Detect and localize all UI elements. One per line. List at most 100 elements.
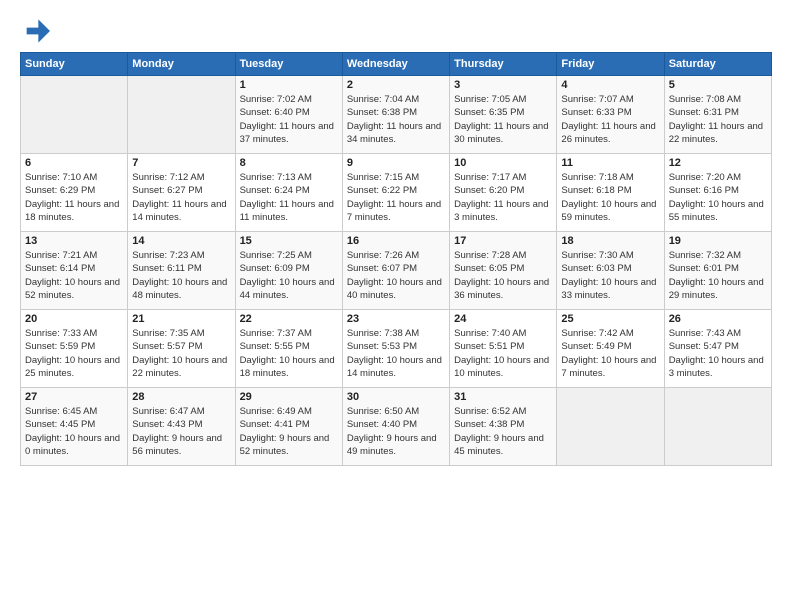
day-number: 27 [25,391,123,403]
day-number: 7 [132,157,230,169]
calendar-table: SundayMondayTuesdayWednesdayThursdayFrid… [20,52,772,466]
day-info: Sunrise: 7:28 AMSunset: 6:05 PMDaylight:… [454,249,552,302]
calendar-week-3: 13 Sunrise: 7:21 AMSunset: 6:14 PMDayligh… [21,232,772,310]
day-number: 18 [561,235,659,247]
calendar-cell: 13 Sunrise: 7:21 AMSunset: 6:14 PMDayligh… [21,232,128,310]
day-number: 26 [669,313,767,325]
day-number: 20 [25,313,123,325]
day-info: Sunrise: 7:43 AMSunset: 5:47 PMDaylight:… [669,327,767,380]
day-number: 5 [669,79,767,91]
calendar-cell: 21 Sunrise: 7:35 AMSunset: 5:57 PMDayligh… [128,310,235,388]
calendar-cell: 6 Sunrise: 7:10 AMSunset: 6:29 PMDaylight… [21,154,128,232]
day-number: 11 [561,157,659,169]
day-number: 21 [132,313,230,325]
day-number: 29 [240,391,338,403]
calendar-cell: 16 Sunrise: 7:26 AMSunset: 6:07 PMDayligh… [342,232,449,310]
calendar-cell: 25 Sunrise: 7:42 AMSunset: 5:49 PMDayligh… [557,310,664,388]
day-number: 25 [561,313,659,325]
header [20,16,772,46]
logo [20,16,54,46]
day-info: Sunrise: 7:35 AMSunset: 5:57 PMDaylight:… [132,327,230,380]
weekday-header-monday: Monday [128,53,235,76]
calendar-cell: 27Sunrise: 6:45 AMSunset: 4:45 PMDayligh… [21,388,128,466]
day-info: Sunrise: 7:07 AMSunset: 6:33 PMDaylight:… [561,93,659,146]
weekday-header-wednesday: Wednesday [342,53,449,76]
day-info: Sunrise: 7:04 AMSunset: 6:38 PMDaylight:… [347,93,445,146]
calendar-week-2: 6 Sunrise: 7:10 AMSunset: 6:29 PMDaylight… [21,154,772,232]
calendar-week-1: 1 Sunrise: 7:02 AMSunset: 6:40 PMDaylight… [21,76,772,154]
day-info: Sunrise: 7:23 AMSunset: 6:11 PMDaylight:… [132,249,230,302]
day-number: 16 [347,235,445,247]
calendar-cell: 9Sunrise: 7:15 AMSunset: 6:22 PMDaylight… [342,154,449,232]
calendar-cell: 20 Sunrise: 7:33 AMSunset: 5:59 PMDayligh… [21,310,128,388]
weekday-header-saturday: Saturday [664,53,771,76]
day-info: Sunrise: 7:02 AMSunset: 6:40 PMDaylight:… [240,93,338,146]
calendar-week-5: 27Sunrise: 6:45 AMSunset: 4:45 PMDayligh… [21,388,772,466]
day-info: Sunrise: 7:25 AMSunset: 6:09 PMDaylight:… [240,249,338,302]
calendar-cell: 18 Sunrise: 7:30 AMSunset: 6:03 PMDayligh… [557,232,664,310]
day-info: Sunrise: 7:32 AMSunset: 6:01 PMDaylight:… [669,249,767,302]
calendar-body: 1 Sunrise: 7:02 AMSunset: 6:40 PMDaylight… [21,76,772,466]
calendar-cell: 31Sunrise: 6:52 AMSunset: 4:38 PMDayligh… [450,388,557,466]
day-info: Sunrise: 7:18 AMSunset: 6:18 PMDaylight:… [561,171,659,224]
day-info: Sunrise: 7:38 AMSunset: 5:53 PMDaylight:… [347,327,445,380]
calendar-cell: 12 Sunrise: 7:20 AMSunset: 6:16 PMDayligh… [664,154,771,232]
weekday-header-thursday: Thursday [450,53,557,76]
calendar-cell: 15Sunrise: 7:25 AMSunset: 6:09 PMDayligh… [235,232,342,310]
day-info: Sunrise: 7:40 AMSunset: 5:51 PMDaylight:… [454,327,552,380]
day-info: Sunrise: 7:37 AMSunset: 5:55 PMDaylight:… [240,327,338,380]
day-info: Sunrise: 7:17 AMSunset: 6:20 PMDaylight:… [454,171,552,224]
day-number: 17 [454,235,552,247]
day-number: 12 [669,157,767,169]
calendar-cell: 23Sunrise: 7:38 AMSunset: 5:53 PMDayligh… [342,310,449,388]
calendar-cell: 14 Sunrise: 7:23 AMSunset: 6:11 PMDayligh… [128,232,235,310]
day-number: 19 [669,235,767,247]
day-number: 6 [25,157,123,169]
day-info: Sunrise: 6:52 AMSunset: 4:38 PMDaylight:… [454,405,552,458]
calendar-header: SundayMondayTuesdayWednesdayThursdayFrid… [21,53,772,76]
day-info: Sunrise: 7:05 AMSunset: 6:35 PMDaylight:… [454,93,552,146]
calendar-cell: 30 Sunrise: 6:50 AMSunset: 4:40 PMDayligh… [342,388,449,466]
calendar-cell: 7 Sunrise: 7:12 AMSunset: 6:27 PMDaylight… [128,154,235,232]
calendar-cell: 8 Sunrise: 7:13 AMSunset: 6:24 PMDaylight… [235,154,342,232]
day-info: Sunrise: 6:47 AMSunset: 4:43 PMDaylight:… [132,405,230,458]
day-info: Sunrise: 7:13 AMSunset: 6:24 PMDaylight:… [240,171,338,224]
day-info: Sunrise: 7:08 AMSunset: 6:31 PMDaylight:… [669,93,767,146]
calendar-cell: 1 Sunrise: 7:02 AMSunset: 6:40 PMDaylight… [235,76,342,154]
day-number: 14 [132,235,230,247]
day-info: Sunrise: 7:20 AMSunset: 6:16 PMDaylight:… [669,171,767,224]
day-info: Sunrise: 6:49 AMSunset: 4:41 PMDaylight:… [240,405,338,458]
day-number: 3 [454,79,552,91]
calendar-cell: 2 Sunrise: 7:04 AMSunset: 6:38 PMDaylight… [342,76,449,154]
day-info: Sunrise: 7:33 AMSunset: 5:59 PMDaylight:… [25,327,123,380]
day-number: 1 [240,79,338,91]
day-info: Sunrise: 7:21 AMSunset: 6:14 PMDaylight:… [25,249,123,302]
weekday-header-tuesday: Tuesday [235,53,342,76]
day-number: 13 [25,235,123,247]
day-number: 22 [240,313,338,325]
day-info: Sunrise: 7:10 AMSunset: 6:29 PMDaylight:… [25,171,123,224]
page: SundayMondayTuesdayWednesdayThursdayFrid… [0,0,792,476]
calendar-cell: 24 Sunrise: 7:40 AMSunset: 5:51 PMDayligh… [450,310,557,388]
day-info: Sunrise: 7:12 AMSunset: 6:27 PMDaylight:… [132,171,230,224]
calendar-cell: 28 Sunrise: 6:47 AMSunset: 4:43 PMDayligh… [128,388,235,466]
day-number: 10 [454,157,552,169]
day-number: 30 [347,391,445,403]
calendar-cell: 11 Sunrise: 7:18 AMSunset: 6:18 PMDayligh… [557,154,664,232]
calendar-cell: 4Sunrise: 7:07 AMSunset: 6:33 PMDaylight… [557,76,664,154]
calendar-cell [128,76,235,154]
day-number: 2 [347,79,445,91]
calendar-cell: 19 Sunrise: 7:32 AMSunset: 6:01 PMDayligh… [664,232,771,310]
calendar-cell [21,76,128,154]
day-number: 28 [132,391,230,403]
calendar-cell: 26 Sunrise: 7:43 AMSunset: 5:47 PMDayligh… [664,310,771,388]
day-info: Sunrise: 7:30 AMSunset: 6:03 PMDaylight:… [561,249,659,302]
calendar-cell: 5 Sunrise: 7:08 AMSunset: 6:31 PMDaylight… [664,76,771,154]
calendar-week-4: 20 Sunrise: 7:33 AMSunset: 5:59 PMDayligh… [21,310,772,388]
day-info: Sunrise: 7:26 AMSunset: 6:07 PMDaylight:… [347,249,445,302]
logo-icon [20,16,50,46]
day-number: 24 [454,313,552,325]
day-number: 8 [240,157,338,169]
day-info: Sunrise: 6:50 AMSunset: 4:40 PMDaylight:… [347,405,445,458]
day-info: Sunrise: 7:42 AMSunset: 5:49 PMDaylight:… [561,327,659,380]
